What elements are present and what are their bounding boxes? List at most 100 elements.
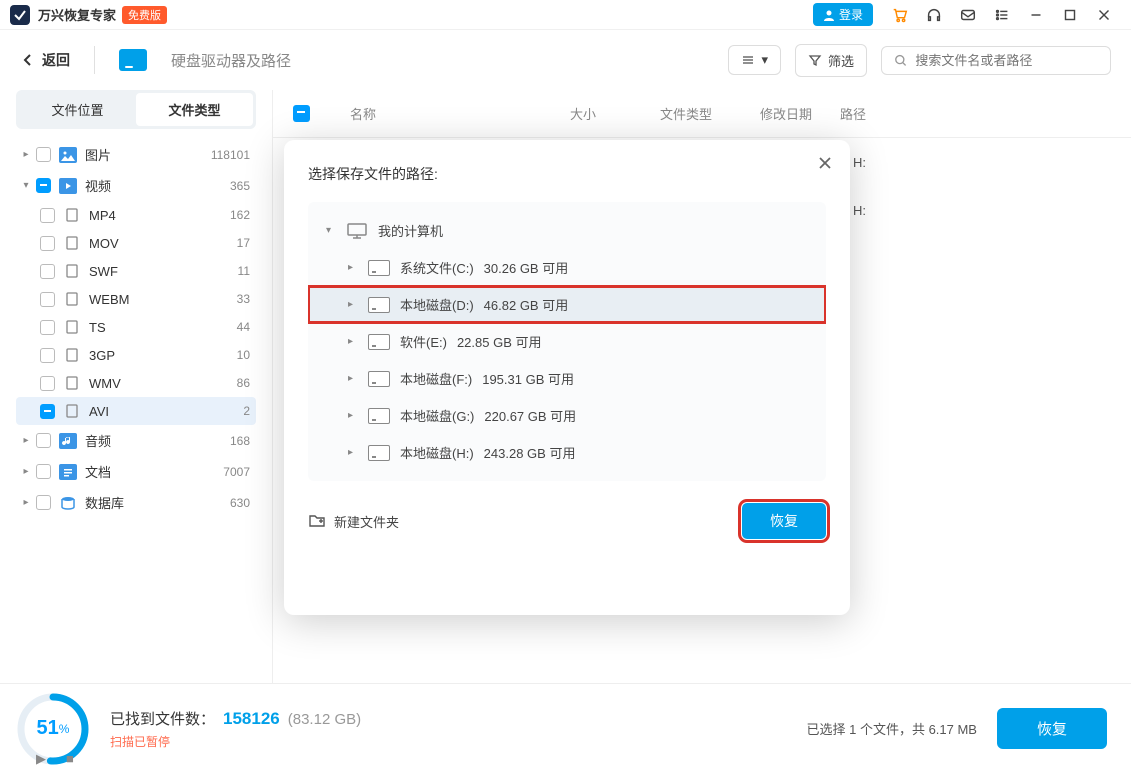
tree-item-图片[interactable]: ▸ 图片 118101 — [16, 139, 256, 170]
checkbox[interactable] — [40, 320, 55, 335]
search-input[interactable] — [915, 53, 1098, 68]
row-path: H: — [853, 203, 866, 218]
checkbox[interactable] — [40, 264, 55, 279]
app-logo-icon — [10, 5, 30, 25]
file-icon — [63, 291, 81, 307]
search-box[interactable] — [881, 46, 1111, 75]
disk-icon — [368, 334, 390, 350]
found-label: 已找到文件数： — [110, 708, 215, 729]
caret-icon: ▸ — [20, 435, 32, 446]
drive-本地磁盘(F:)[interactable]: ▸ 本地磁盘(F:) 195.31 GB 可用 — [308, 360, 826, 397]
drive-name: 本地磁盘(D:) — [400, 295, 474, 314]
view-toggle-button[interactable]: ▾ — [728, 45, 781, 75]
disk-icon — [368, 260, 390, 276]
modal-recover-button[interactable]: 恢复 — [742, 503, 826, 539]
checkbox[interactable] — [40, 376, 55, 391]
checkbox[interactable] — [36, 495, 51, 510]
checkbox[interactable] — [36, 178, 51, 193]
maximize-icon[interactable] — [1057, 2, 1083, 28]
col-name[interactable]: 名称 — [350, 104, 570, 123]
tree-count: 11 — [238, 264, 250, 278]
tree-label: SWF — [89, 264, 238, 279]
tab-location[interactable]: 文件位置 — [19, 93, 136, 126]
checkbox[interactable] — [40, 404, 55, 419]
checkbox[interactable] — [40, 348, 55, 363]
search-icon — [894, 53, 907, 68]
tree-count: 118101 — [211, 148, 250, 162]
checkbox[interactable] — [40, 292, 55, 307]
file-icon — [63, 375, 81, 391]
computer-icon — [346, 222, 368, 240]
checkbox[interactable] — [36, 433, 51, 448]
tree-item-WMV[interactable]: WMV 86 — [16, 369, 256, 397]
col-type[interactable]: 文件类型 — [660, 104, 760, 123]
tree-item-WEBM[interactable]: WEBM 33 — [16, 285, 256, 313]
col-path[interactable]: 路径 — [840, 104, 1111, 123]
tree-label: AVI — [89, 404, 243, 419]
minimize-icon[interactable] — [1023, 2, 1049, 28]
progress-percent: 51 — [37, 717, 59, 740]
close-icon[interactable] — [1091, 2, 1117, 28]
selected-summary: 已选择 1 个文件，共 6.17 MB — [807, 719, 977, 738]
row-path: H: — [853, 155, 866, 170]
playback-controls: ▶ ■ — [36, 751, 74, 767]
disk-icon — [368, 445, 390, 461]
modal-close-button[interactable] — [816, 154, 834, 175]
login-button[interactable]: 登录 — [813, 3, 873, 26]
tab-type[interactable]: 文件类型 — [136, 93, 253, 126]
tree-item-数据库[interactable]: ▸ 数据库 630 — [16, 487, 256, 518]
tree-label: 图片 — [85, 145, 211, 164]
tree-item-MP4[interactable]: MP4 162 — [16, 201, 256, 229]
drive-本地磁盘(G:)[interactable]: ▸ 本地磁盘(G:) 220.67 GB 可用 — [308, 397, 826, 434]
tree-count: 365 — [230, 179, 250, 193]
checkbox[interactable] — [36, 464, 51, 479]
col-date[interactable]: 修改日期 — [760, 104, 840, 123]
progress-unit: % — [59, 722, 70, 736]
tree-item-TS[interactable]: TS 44 — [16, 313, 256, 341]
checkbox[interactable] — [40, 208, 55, 223]
tree-count: 2 — [243, 404, 250, 418]
drive-name: 本地磁盘(G:) — [400, 406, 474, 425]
tree-item-SWF[interactable]: SWF 11 — [16, 257, 256, 285]
disk-icon — [368, 408, 390, 424]
drive-本地磁盘(H:)[interactable]: ▸ 本地磁盘(H:) 243.28 GB 可用 — [308, 434, 826, 471]
list-icon[interactable] — [989, 2, 1015, 28]
drive-root[interactable]: ▾ 我的计算机 — [308, 212, 826, 249]
new-folder-button[interactable]: 新建文件夹 — [308, 512, 399, 531]
tree-count: 630 — [230, 496, 250, 510]
tree-item-MOV[interactable]: MOV 17 — [16, 229, 256, 257]
checkbox[interactable] — [36, 147, 51, 162]
caret-icon: ▸ — [20, 466, 32, 477]
tree-item-音频[interactable]: ▸ 音频 168 — [16, 425, 256, 456]
tree-item-AVI[interactable]: AVI 2 — [16, 397, 256, 425]
drive-name: 软件(E:) — [400, 332, 447, 351]
drive-软件(E:)[interactable]: ▸ 软件(E:) 22.85 GB 可用 — [308, 323, 826, 360]
file-icon — [63, 207, 81, 223]
tree-item-视频[interactable]: ▾ 视频 365 — [16, 170, 256, 201]
checkbox[interactable] — [40, 236, 55, 251]
audio-icon — [59, 433, 77, 449]
file-icon — [63, 319, 81, 335]
separator — [94, 46, 95, 74]
chevron-right-icon: ▸ — [348, 336, 358, 347]
page-title: 硬盘驱动器及路径 — [171, 50, 291, 71]
col-size[interactable]: 大小 — [570, 104, 660, 123]
drive-系统文件(C:)[interactable]: ▸ 系统文件(C:) 30.26 GB 可用 — [308, 249, 826, 286]
tree-label: 视频 — [85, 176, 230, 195]
drive-本地磁盘(D:)[interactable]: ▸ 本地磁盘(D:) 46.82 GB 可用 — [308, 286, 826, 323]
back-button[interactable]: 返回 — [20, 50, 70, 70]
drive-root-label: 我的计算机 — [378, 221, 443, 240]
play-icon[interactable]: ▶ — [36, 751, 46, 767]
tree-count: 33 — [237, 292, 250, 306]
tree-item-3GP[interactable]: 3GP 10 — [16, 341, 256, 369]
stop-icon[interactable]: ■ — [66, 751, 74, 767]
cart-icon[interactable] — [887, 2, 913, 28]
filter-button[interactable]: 筛选 — [795, 44, 867, 77]
disk-icon — [368, 371, 390, 387]
headset-icon[interactable] — [921, 2, 947, 28]
mail-icon[interactable] — [955, 2, 981, 28]
recover-button[interactable]: 恢复 — [997, 708, 1107, 749]
tree-item-文档[interactable]: ▸ 文档 7007 — [16, 456, 256, 487]
select-all-checkbox[interactable] — [293, 105, 310, 122]
chevron-down-icon: ▾ — [761, 52, 768, 68]
